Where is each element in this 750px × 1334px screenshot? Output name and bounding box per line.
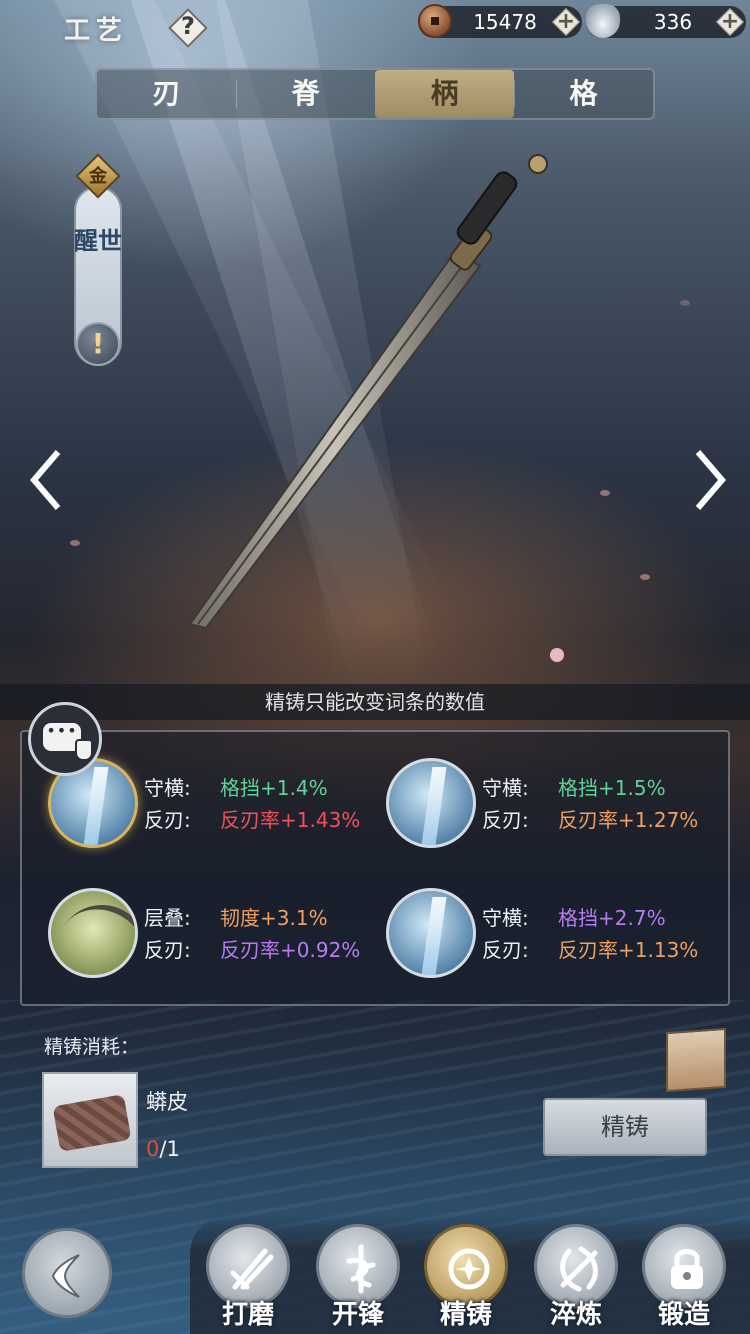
ice-blade-icon [386,758,476,848]
weapon-info-button[interactable]: ! [76,322,120,366]
silver-ingot-icon [586,4,620,38]
nav-grind-label: 打磨 [221,1300,274,1330]
back-button[interactable] [22,1228,112,1318]
plus-icon: + [556,9,576,34]
affix-key: 守横: [482,906,529,930]
affix-entry[interactable]: 守横: 格挡+1.5% 反刃: 反刃率+1.27% [386,758,716,858]
top-bar: 工艺 ? 15478 + 336 + [0,0,750,48]
nav-refine[interactable]: 精铸 [420,1224,512,1332]
plus-icon: + [720,9,740,34]
affix-key: 反刃: [482,938,529,962]
question-icon: ? [181,12,195,40]
previous-weapon-button[interactable] [28,446,68,514]
part-tabs: 刃 脊 柄 格 [95,68,655,120]
weapon-name: 醒世 [74,226,122,255]
affix-entry[interactable]: 守横: 格挡+1.4% 反刃: 反刃率+1.43% [48,758,378,858]
chevron-left-icon [30,450,61,510]
affix-entry[interactable]: 守横: 格挡+2.7% 反刃: 反刃率+1.13% [386,888,716,988]
tough-layer-icon [48,888,138,978]
refine-hint: 精铸只能改变词条的数值 [0,684,750,720]
help-button[interactable]: ? [166,6,210,50]
chat-button[interactable] [28,702,102,776]
affix-value: 反刃率+1.43% [220,808,361,832]
lantern-light [550,648,564,662]
material-have: 0 [146,1137,160,1161]
material-count: 0/1 [146,1137,180,1161]
silver-value: 336 [653,10,693,34]
affix-key: 层叠: [144,906,191,930]
grade-badge-text: 金 [89,166,107,187]
petal [680,300,690,306]
grade-badge: 金 [75,153,121,199]
tab-spine[interactable]: 脊 [236,70,375,118]
nav-forge[interactable]: 锻造 [638,1224,730,1332]
affix-panel: 守横: 格挡+1.4% 反刃: 反刃率+1.43% 守横: 格挡+1.5% 反刃… [20,730,730,1006]
nav-refine-label: 精铸 [439,1300,492,1330]
tab-blade[interactable]: 刃 [97,70,236,118]
affix-value: 反刃率+1.13% [558,938,699,962]
affix-key: 守横: [144,776,191,800]
copper-coin-icon [418,4,452,38]
material-slot[interactable] [42,1072,138,1168]
tab-guard[interactable]: 格 [514,70,653,118]
python-skin-icon [52,1094,132,1152]
nav-forge-label: 锻造 [657,1300,710,1330]
affix-entry[interactable]: 层叠: 韧度+3.1% 反刃: 反刃率+0.92% [48,888,378,988]
add-silver-button[interactable]: + [715,7,745,37]
nav-temper-label: 淬炼 [549,1300,602,1330]
nav-temper[interactable]: 淬炼 [530,1224,622,1332]
page-title: 工艺 [64,16,129,46]
affix-key: 反刃: [482,808,529,832]
back-arrow-icon [51,1254,80,1298]
affix-key: 反刃: [144,808,191,832]
affix-value: 反刃率+1.27% [558,808,699,832]
petal [70,540,80,546]
nav-sharpen[interactable]: 开锋 [312,1224,404,1332]
material-name: 蟒皮 [146,1090,188,1114]
nav-grind[interactable]: 打磨 [202,1224,294,1332]
petal [600,490,610,496]
affix-key: 反刃: [144,938,191,962]
material-need: /1 [159,1137,180,1161]
nav-sharpen-label: 开锋 [331,1300,384,1330]
petal [640,574,650,580]
copper-coin-value: 15478 [473,10,537,34]
affix-value: 格挡+2.7% [558,906,666,930]
affix-value: 反刃率+0.92% [220,938,361,962]
affix-value: 格挡+1.5% [558,776,666,800]
affix-value: 格挡+1.4% [220,776,328,800]
next-weapon-button[interactable] [688,446,728,514]
weapon-name-tag: 金 醒世 ! [72,150,124,368]
wine-jar-icon [75,739,93,761]
copper-coin-counter: 15478 + [418,4,582,38]
lantern-icon [666,1027,726,1093]
tab-hilt[interactable]: 柄 [375,70,514,118]
chevron-right-icon [695,450,726,510]
affix-key: 守横: [482,776,529,800]
silver-ingot-counter: 336 + [586,4,746,38]
sword-image [188,154,548,630]
affix-value: 韧度+3.1% [220,906,328,930]
cost-label: 精铸消耗： [44,1036,140,1058]
refine-button[interactable]: 精铸 [543,1098,707,1156]
add-coins-button[interactable]: + [551,7,581,37]
ice-blade-icon [386,888,476,978]
